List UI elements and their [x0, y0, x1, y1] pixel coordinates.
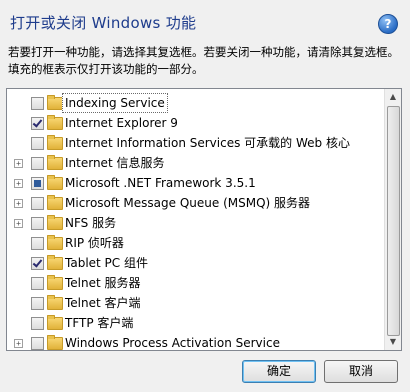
feature-row[interactable]: Internet Information Services 可承载的 Web 核… — [7, 133, 385, 153]
folder-icon — [47, 175, 63, 190]
feature-checkbox[interactable] — [31, 157, 44, 170]
feature-checkbox[interactable] — [31, 277, 44, 290]
folder-icon — [47, 155, 63, 170]
feature-checkbox[interactable] — [31, 197, 44, 210]
dialog-title: 打开或关闭 Windows 功能 — [10, 14, 197, 32]
feature-label: RIP 侦听器 — [65, 236, 124, 250]
feature-label: Windows Process Activation Service — [65, 336, 280, 350]
feature-row[interactable]: TFTP 客户端 — [7, 313, 385, 333]
help-icon[interactable]: ? — [378, 14, 398, 34]
feature-label: Indexing Service — [62, 93, 168, 113]
features-list: Indexing Service Internet Explorer 9 Inter… — [7, 93, 385, 350]
feature-checkbox[interactable] — [31, 117, 44, 130]
feature-label: Internet 信息服务 — [65, 156, 165, 170]
expand-plus-icon[interactable]: + — [14, 159, 23, 168]
feature-checkbox[interactable] — [31, 237, 44, 250]
feature-checkbox[interactable] — [31, 217, 44, 230]
folder-icon — [47, 315, 63, 330]
feature-checkbox[interactable] — [31, 257, 44, 270]
feature-checkbox[interactable] — [31, 137, 44, 150]
feature-label: Internet Information Services 可承载的 Web 核… — [65, 136, 350, 150]
feature-row[interactable]: Telnet 服务器 — [7, 273, 385, 293]
feature-row[interactable]: + NFS 服务 — [7, 213, 385, 233]
scroll-up-arrow-icon[interactable]: ▲ — [385, 89, 401, 105]
feature-label: Internet Explorer 9 — [65, 116, 178, 130]
folder-icon — [47, 115, 63, 130]
features-tree[interactable]: Indexing Service Internet Explorer 9 Inter… — [6, 88, 402, 351]
feature-row[interactable]: Telnet 客户端 — [7, 293, 385, 313]
feature-checkbox[interactable] — [31, 297, 44, 310]
feature-label: Telnet 客户端 — [65, 296, 141, 310]
feature-label: Tablet PC 组件 — [65, 256, 148, 270]
feature-row[interactable]: + Microsoft .NET Framework 3.5.1 — [7, 173, 385, 193]
feature-checkbox[interactable] — [31, 317, 44, 330]
ok-button[interactable]: 确定 — [242, 360, 316, 383]
folder-icon — [47, 235, 63, 250]
feature-checkbox[interactable] — [31, 97, 44, 110]
folder-icon — [47, 295, 63, 310]
feature-row[interactable]: Tablet PC 组件 — [7, 253, 385, 273]
folder-icon — [47, 215, 63, 230]
feature-row[interactable]: RIP 侦听器 — [7, 233, 385, 253]
feature-label: NFS 服务 — [65, 216, 117, 230]
feature-row[interactable]: Internet Explorer 9 — [7, 113, 385, 133]
feature-label: Microsoft .NET Framework 3.5.1 — [65, 176, 256, 190]
cancel-button[interactable]: 取消 — [324, 360, 398, 383]
expand-plus-icon[interactable]: + — [14, 199, 23, 208]
feature-row[interactable]: Indexing Service — [7, 93, 385, 113]
folder-icon — [47, 275, 63, 290]
folder-icon — [47, 195, 63, 210]
feature-row[interactable]: + Microsoft Message Queue (MSMQ) 服务器 — [7, 193, 385, 213]
feature-label: Telnet 服务器 — [65, 276, 141, 290]
feature-row[interactable]: + Internet 信息服务 — [7, 153, 385, 173]
feature-label: TFTP 客户端 — [65, 316, 134, 330]
expand-plus-icon[interactable]: + — [14, 179, 23, 188]
expand-plus-icon[interactable]: + — [14, 219, 23, 228]
folder-icon — [47, 95, 63, 110]
instructions-text: 若要打开一种功能，请选择其复选框。若要关闭一种功能，请清除其复选框。填充的框表示… — [8, 45, 399, 76]
feature-checkbox[interactable] — [31, 337, 44, 350]
folder-icon — [47, 255, 63, 270]
folder-icon — [47, 135, 63, 150]
dialog-window: 打开或关闭 Windows 功能 ? 若要打开一种功能，请选择其复选框。若要关闭… — [0, 0, 410, 392]
expand-plus-icon[interactable]: + — [14, 339, 23, 348]
scroll-thumb[interactable] — [387, 106, 400, 336]
scroll-down-arrow-icon[interactable]: ▼ — [385, 334, 401, 350]
vertical-scrollbar[interactable]: ▲ ▼ — [384, 89, 401, 350]
feature-label: Microsoft Message Queue (MSMQ) 服务器 — [65, 196, 311, 210]
feature-row[interactable]: + Windows Process Activation Service — [7, 333, 385, 350]
feature-checkbox[interactable] — [31, 177, 44, 190]
folder-icon — [47, 335, 63, 350]
